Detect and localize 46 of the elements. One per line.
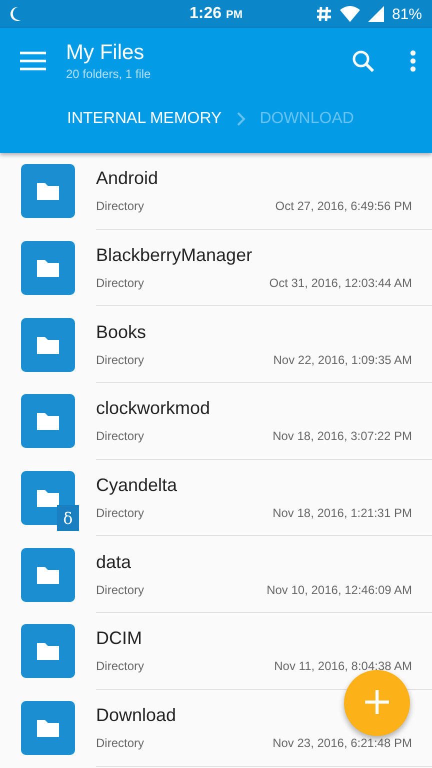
modified-date: Nov 18, 2016, 3:07:22 PM bbox=[272, 429, 412, 444]
add-button[interactable]: + bbox=[344, 670, 410, 736]
file-name: clockworkmod bbox=[96, 398, 210, 420]
file-type: Directory bbox=[96, 429, 144, 444]
folder-count: 20 folders, 1 file bbox=[66, 67, 151, 81]
file-name: Books bbox=[96, 322, 146, 343]
modified-date: Nov 18, 2016, 1:21:31 PM bbox=[272, 506, 412, 520]
battery-level: 81% bbox=[392, 6, 422, 22]
file-type: Directory bbox=[96, 659, 144, 674]
chevron-icon bbox=[236, 111, 246, 127]
folder-icon bbox=[21, 394, 75, 448]
signal-icon bbox=[368, 6, 384, 22]
file-name: Cyandelta bbox=[96, 475, 178, 496]
app-title: My Files bbox=[66, 41, 146, 65]
app-badge: δ bbox=[57, 505, 79, 532]
file-name: Download bbox=[96, 705, 176, 726]
breadcrumb[interactable]: INTERNAL MEMORY bbox=[67, 110, 222, 128]
menu-button[interactable] bbox=[20, 51, 46, 71]
modified-date: Nov 22, 2016, 1:09:35 AM bbox=[273, 352, 412, 367]
file-name: Android bbox=[96, 168, 158, 190]
file-name: BlackberryManager bbox=[96, 245, 252, 266]
file-type: Directory bbox=[96, 276, 144, 290]
modified-date: Nov 10, 2016, 12:46:09 AM bbox=[266, 582, 412, 597]
file-type: Directory bbox=[96, 352, 144, 367]
wifi-icon bbox=[340, 6, 360, 22]
folder-icon bbox=[21, 701, 75, 756]
folder-icon bbox=[21, 624, 75, 678]
moon-icon bbox=[10, 6, 22, 22]
file-name: DCIM bbox=[96, 628, 142, 650]
search-button[interactable] bbox=[352, 50, 374, 72]
folder-icon bbox=[21, 548, 75, 602]
folder-icon bbox=[21, 164, 75, 218]
clock-time: 1:26 PM bbox=[190, 5, 242, 23]
file-type: Directory bbox=[96, 736, 144, 750]
file-name: data bbox=[96, 552, 132, 573]
folder-icon bbox=[21, 241, 75, 296]
file-type: Directory bbox=[96, 199, 144, 214]
more-options-button[interactable] bbox=[410, 50, 416, 72]
folder-icon bbox=[21, 318, 75, 372]
hash-icon bbox=[316, 6, 332, 22]
modified-date: Oct 27, 2016, 6:49:56 PM bbox=[275, 199, 412, 214]
file-type: Directory bbox=[96, 582, 144, 597]
breadcrumb[interactable]: DOWNLOAD bbox=[260, 110, 354, 128]
modified-date: Oct 31, 2016, 12:03:44 AM bbox=[269, 276, 412, 290]
modified-date: Nov 23, 2016, 6:21:48 PM bbox=[272, 736, 412, 750]
file-type: Directory bbox=[96, 506, 144, 520]
